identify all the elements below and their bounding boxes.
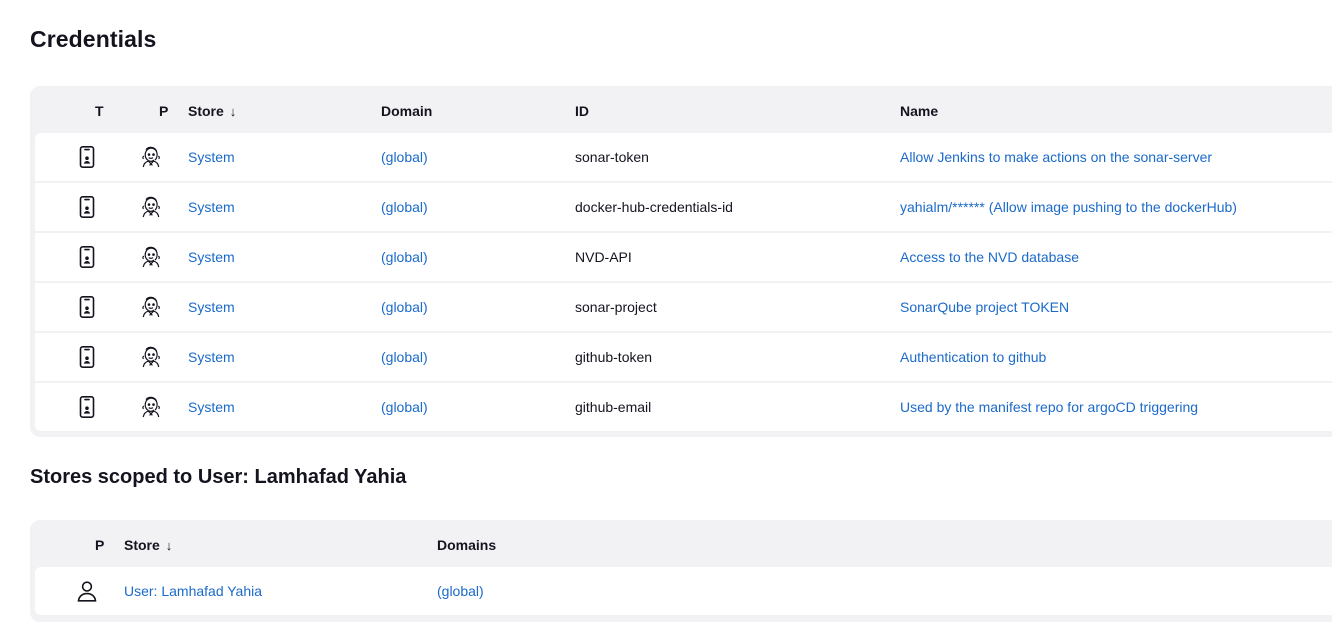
domain-link[interactable]: (global) bbox=[437, 583, 484, 599]
store-link[interactable]: System bbox=[188, 199, 235, 215]
domain-link[interactable]: (global) bbox=[381, 199, 428, 215]
credential-name-link[interactable]: Allow Jenkins to make actions on the son… bbox=[900, 149, 1212, 165]
table-row: System (global) github-token Authentication… bbox=[35, 333, 1332, 381]
user-stores-rows: User: Lamhafad Yahia (global) bbox=[35, 567, 1332, 615]
credentials-rows: System (global) sonar-token Allow Jenkins t… bbox=[35, 133, 1332, 431]
credential-id: sonar-project bbox=[575, 299, 657, 315]
credentials-table: T P Store ↓ Domain ID Name System (global)… bbox=[30, 86, 1332, 437]
credential-name-link[interactable]: Access to the NVD database bbox=[900, 249, 1079, 265]
column-header-provider[interactable]: P bbox=[159, 103, 168, 119]
credential-name-link[interactable]: Used by the manifest repo for argoCD tri… bbox=[900, 399, 1198, 415]
column-header-store-label: Store bbox=[188, 103, 224, 119]
column-header-store[interactable]: Store ↓ bbox=[124, 537, 172, 553]
credential-id: github-email bbox=[575, 399, 652, 415]
credential-name-link[interactable]: yahialm/****** (Allow image pushing to t… bbox=[900, 199, 1237, 215]
credential-id: github-token bbox=[575, 349, 653, 365]
column-header-store[interactable]: Store ↓ bbox=[188, 103, 236, 119]
jenkins-butler-icon bbox=[139, 395, 163, 419]
credential-id: docker-hub-credentials-id bbox=[575, 199, 733, 215]
jenkins-butler-icon bbox=[139, 295, 163, 319]
table-row: System (global) sonar-project SonarQube pro… bbox=[35, 283, 1332, 331]
store-link[interactable]: System bbox=[188, 299, 235, 315]
phone-credential-icon bbox=[75, 145, 99, 169]
column-header-type[interactable]: T bbox=[95, 103, 104, 119]
column-header-provider[interactable]: P bbox=[95, 537, 104, 553]
domain-link[interactable]: (global) bbox=[381, 149, 428, 165]
credential-id: sonar-token bbox=[575, 149, 649, 165]
column-header-store-label: Store bbox=[124, 537, 160, 553]
phone-credential-icon bbox=[75, 295, 99, 319]
column-header-domain[interactable]: Domain bbox=[381, 103, 432, 119]
page-title: Credentials bbox=[30, 26, 157, 52]
user-stores-table-header: P Store ↓ Domains bbox=[35, 520, 1332, 567]
jenkins-butler-icon bbox=[139, 195, 163, 219]
table-row: System (global) sonar-token Allow Jenkins t… bbox=[35, 133, 1332, 181]
jenkins-butler-icon bbox=[139, 345, 163, 369]
column-header-domains[interactable]: Domains bbox=[437, 537, 496, 553]
user-stores-table: P Store ↓ Domains User: Lamhafad Yahia (gl… bbox=[30, 520, 1332, 622]
store-link[interactable]: System bbox=[188, 149, 235, 165]
phone-credential-icon bbox=[75, 345, 99, 369]
user-icon bbox=[75, 579, 99, 603]
credential-name-link[interactable]: Authentication to github bbox=[900, 349, 1046, 365]
credential-id: NVD-API bbox=[575, 249, 632, 265]
column-header-name[interactable]: Name bbox=[900, 103, 938, 119]
sort-down-icon: ↓ bbox=[165, 538, 173, 553]
domain-link[interactable]: (global) bbox=[381, 349, 428, 365]
jenkins-butler-icon bbox=[139, 245, 163, 269]
domain-link[interactable]: (global) bbox=[381, 399, 428, 415]
credential-name-link[interactable]: SonarQube project TOKEN bbox=[900, 299, 1069, 315]
column-header-id[interactable]: ID bbox=[575, 103, 589, 119]
jenkins-butler-icon bbox=[139, 145, 163, 169]
store-link[interactable]: System bbox=[188, 249, 235, 265]
phone-credential-icon bbox=[75, 245, 99, 269]
credentials-table-header: T P Store ↓ Domain ID Name bbox=[35, 86, 1332, 133]
phone-credential-icon bbox=[75, 395, 99, 419]
user-store-link[interactable]: User: Lamhafad Yahia bbox=[124, 583, 262, 599]
store-link[interactable]: System bbox=[188, 349, 235, 365]
user-stores-title: Stores scoped to User: Lamhafad Yahia bbox=[30, 466, 407, 488]
sort-down-icon: ↓ bbox=[229, 104, 237, 119]
table-row: System (global) NVD-API Access to the NVD d… bbox=[35, 233, 1332, 281]
domain-link[interactable]: (global) bbox=[381, 299, 428, 315]
phone-credential-icon bbox=[75, 195, 99, 219]
table-row: System (global) github-email Used by the ma… bbox=[35, 383, 1332, 431]
table-row: System (global) docker-hub-credentials-id y… bbox=[35, 183, 1332, 231]
store-link[interactable]: System bbox=[188, 399, 235, 415]
domain-link[interactable]: (global) bbox=[381, 249, 428, 265]
table-row: User: Lamhafad Yahia (global) bbox=[35, 567, 1332, 615]
